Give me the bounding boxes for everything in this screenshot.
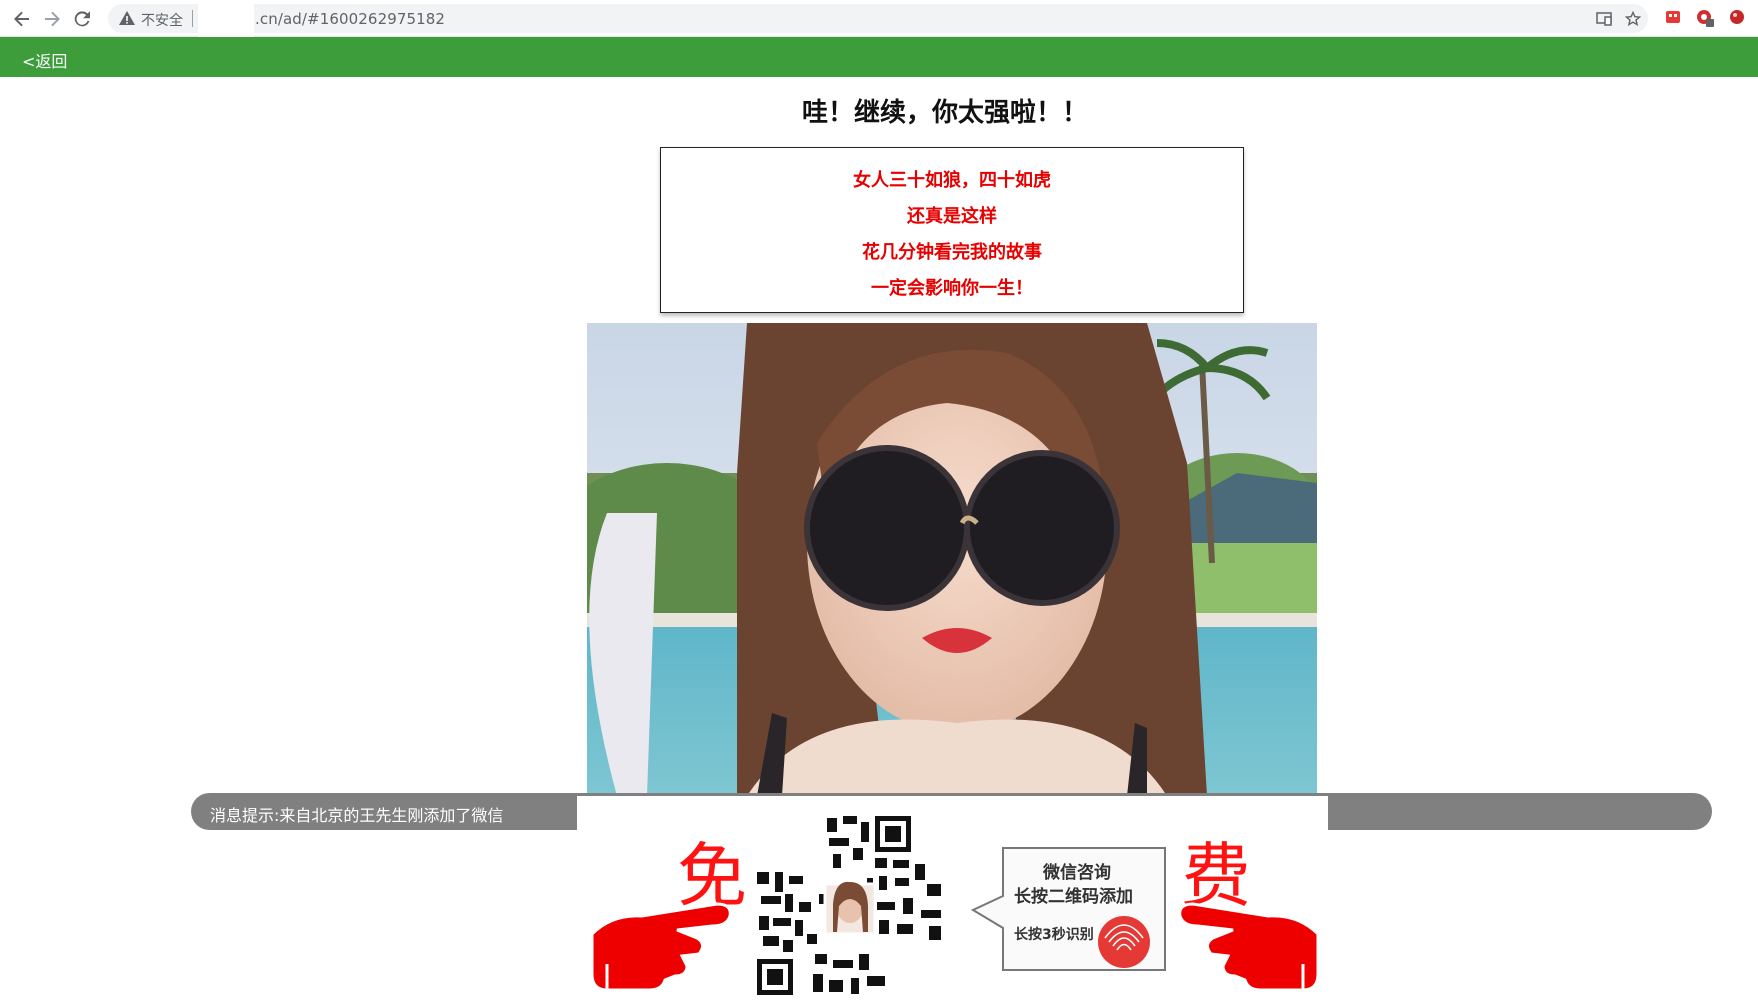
notification-text: 消息提示:来自北京的王先生刚添加了微信 [210,806,504,825]
profile-extension-icon[interactable] [1728,8,1748,28]
qr-code-image[interactable] [755,814,945,999]
address-bar[interactable]: 不安全 .cn/ad/#1600262975182 [108,4,1648,43]
story-line: 还真是这样 [907,206,997,227]
browser-toolbar: 不安全 .cn/ad/#1600262975182 [0,0,1758,43]
reload-icon[interactable] [70,7,94,31]
promo-panel: 免 费 微信咨询 长按二维码添加 长按3秒识别 [577,796,1328,1005]
security-label[interactable]: 不安全 [141,10,183,30]
pointing-hand-icon [1178,902,1320,992]
story-line: 一定会影响你一生！ [871,278,1033,299]
bubble-hint: 长按3秒识别 [1014,927,1094,943]
star-icon[interactable] [1623,9,1643,29]
pointing-hand-icon [590,902,732,992]
page-header: <返回 [0,37,1758,77]
story-box: 女人三十如狼，四十如虎 还真是这样 花几分钟看完我的故事 一定会影响你一生！ [660,147,1244,313]
back-arrow-icon[interactable] [10,7,34,31]
woman-photo [587,323,1317,796]
story-line: 花几分钟看完我的故事 [862,242,1042,263]
story-line: 女人三十如狼，四十如虎 [853,170,1051,191]
back-link[interactable]: <返回 [22,48,67,72]
bubble-subtitle: 长按二维码添加 [1014,887,1133,907]
extension-icon[interactable] [1664,8,1684,28]
cast-icon[interactable] [1594,9,1614,29]
warning-icon[interactable] [118,9,138,29]
url-text[interactable]: .cn/ad/#1600262975182 [255,10,445,28]
forward-arrow-icon[interactable] [40,7,64,31]
adblock-extension-icon[interactable] [1695,8,1715,28]
page-title: 哇！继续，你太强啦！！ [801,98,1088,128]
bubble-title: 微信咨询 [1043,863,1111,883]
separator [192,10,193,27]
